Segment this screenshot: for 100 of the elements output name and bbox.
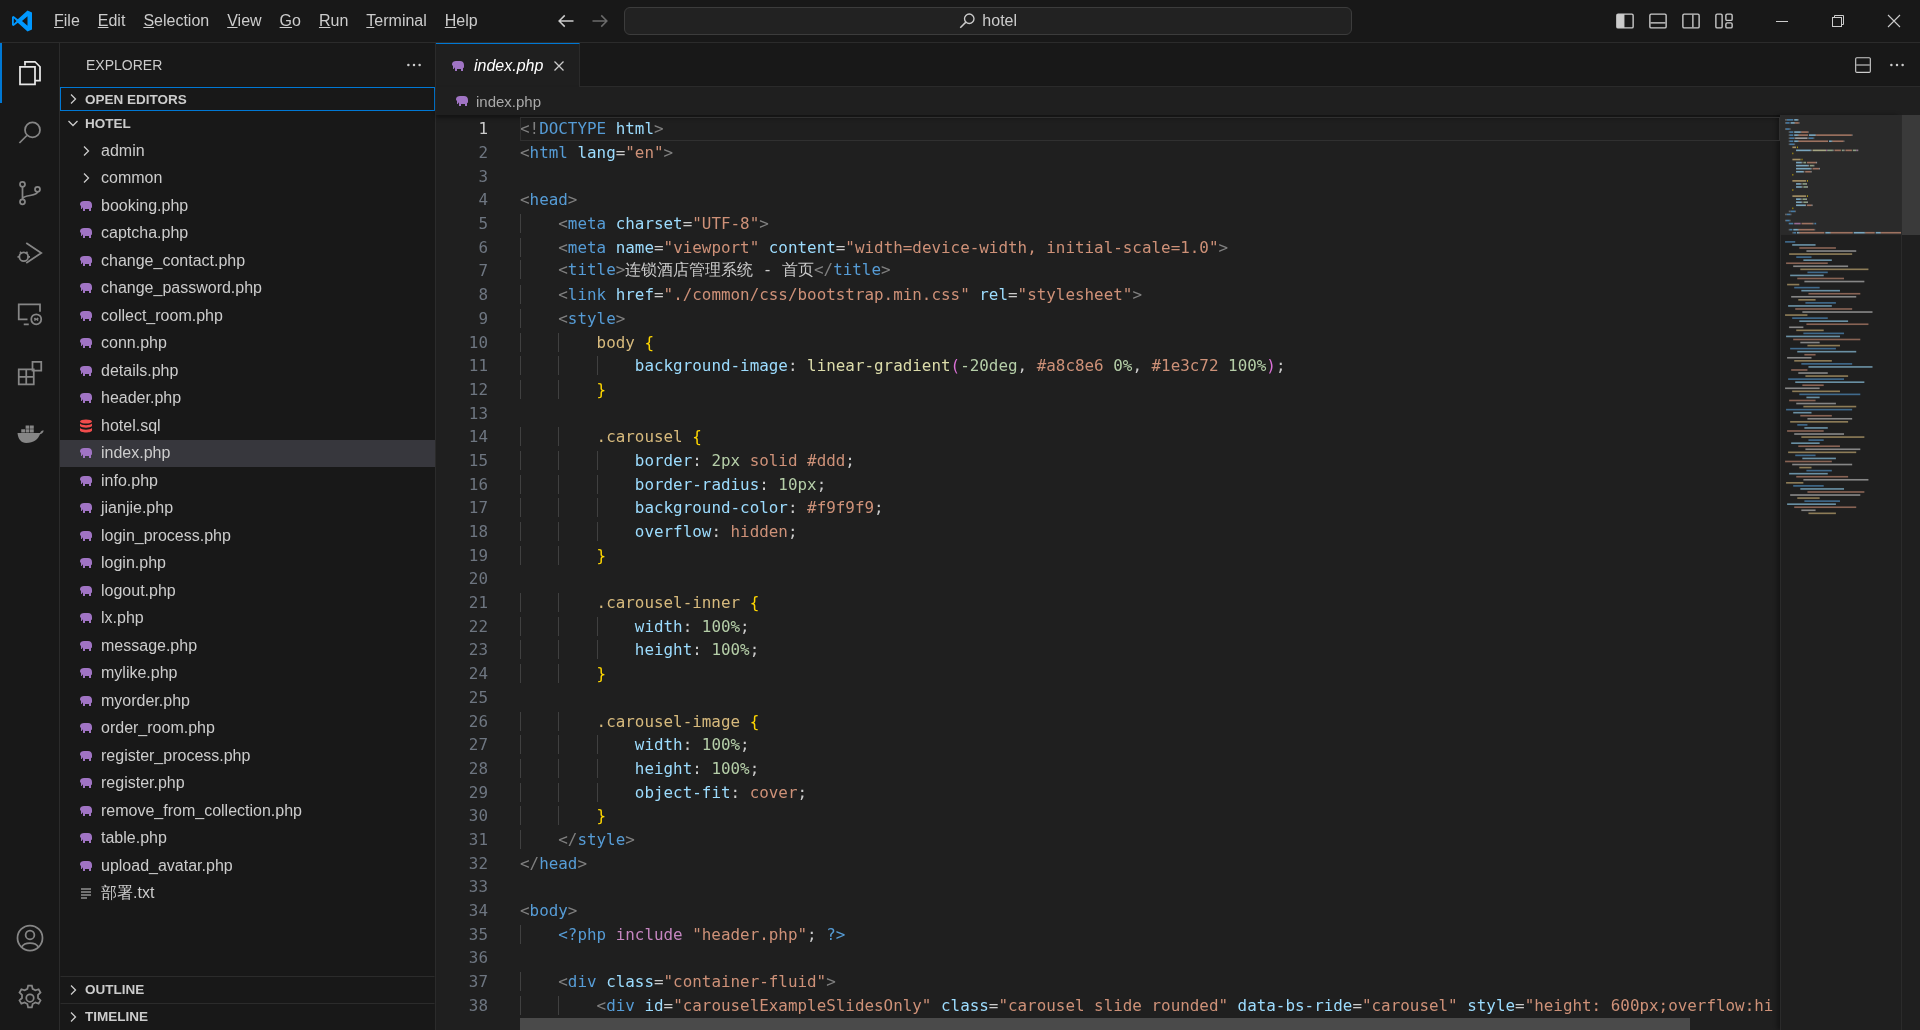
line-number: 21: [467, 593, 488, 613]
explorer-row[interactable]: captcha.php: [60, 219, 435, 247]
explorer-row[interactable]: register.php: [60, 769, 435, 797]
menu-item[interactable]: Go: [271, 8, 309, 34]
line-number: 24: [467, 664, 488, 684]
code-line: <div class="container-fluid">: [520, 972, 836, 992]
close-icon[interactable]: [1886, 13, 1902, 29]
code-line: .carousel-inner {: [520, 593, 760, 613]
explorer-row[interactable]: change_password.php: [60, 274, 435, 302]
line-number: 20: [467, 569, 488, 589]
code-line: .carousel {: [520, 427, 702, 447]
explorer-row[interactable]: myorder.php: [60, 687, 435, 715]
explorer-row[interactable]: change_contact.php: [60, 247, 435, 275]
explorer-row[interactable]: login_process.php: [60, 522, 435, 550]
customize-toggle-icon[interactable]: [1714, 11, 1734, 31]
line-number: 5: [477, 214, 488, 234]
code-line: <meta name="viewport" content="width=device-width, initial-scale=1.0">: [520, 237, 1229, 257]
line-number: 2: [477, 143, 488, 163]
menu-item[interactable]: File: [46, 8, 88, 34]
folder-row[interactable]: admin: [60, 137, 435, 165]
explorer-row[interactable]: table.php: [60, 824, 435, 852]
folder-row[interactable]: common: [60, 164, 435, 192]
code-line: </head>: [520, 853, 587, 873]
explorer-row[interactable]: remove_from_collection.php: [60, 797, 435, 825]
line-number: 25: [467, 687, 488, 707]
code-line: <title>连锁酒店管理系统 - 首页</title>: [520, 260, 891, 282]
line-number: 31: [467, 829, 488, 849]
explorer-row[interactable]: mylike.php: [60, 659, 435, 687]
explorer-row[interactable]: conn.php: [60, 329, 435, 357]
secondary-sidebar-toggle-icon[interactable]: [1681, 11, 1701, 31]
explorer-row[interactable]: details.php: [60, 357, 435, 385]
line-number: 22: [467, 616, 488, 636]
explorer-row[interactable]: booking.php: [60, 192, 435, 220]
explorer-row[interactable]: login.php: [60, 549, 435, 577]
line-number: 27: [467, 735, 488, 755]
explorer-row[interactable]: upload_avatar.php: [60, 852, 435, 880]
line-number: 8: [477, 285, 488, 305]
search-icon: [958, 12, 977, 30]
section-header[interactable]: OUTLINE: [60, 976, 435, 1003]
minimap[interactable]: [1780, 115, 1901, 1030]
line-number: 4: [477, 190, 488, 210]
menu-item[interactable]: Help: [436, 8, 486, 34]
code-line: }: [520, 379, 607, 399]
line-number: 18: [467, 522, 488, 542]
line-number: 3: [477, 166, 488, 186]
code-line: object-fit: cover;: [520, 782, 808, 802]
explorer-row[interactable]: header.php: [60, 384, 435, 412]
line-number: 23: [467, 640, 488, 660]
explorer-row[interactable]: 部署.txt: [60, 879, 435, 907]
line-number: 33: [467, 877, 488, 897]
menu-item[interactable]: View: [219, 8, 270, 34]
split-editor-icon[interactable]: [1854, 55, 1872, 74]
line-number: 38: [467, 995, 488, 1015]
code-line: <?php include "header.php"; ?>: [520, 924, 846, 944]
command-center-field[interactable]: hotel: [623, 7, 1352, 35]
explorer-row[interactable]: index.php: [60, 439, 435, 467]
code-line: border: 2px solid #ddd;: [520, 450, 855, 470]
horizontal-scrollbar[interactable]: [520, 1018, 1690, 1030]
code-line: <!DOCTYPE html>: [520, 119, 664, 139]
section-header[interactable]: OPEN EDITORS: [60, 87, 435, 111]
scrollbar-thumb[interactable]: [1902, 115, 1920, 235]
code-line: height: 100%;: [520, 758, 760, 778]
explorer-row[interactable]: message.php: [60, 632, 435, 660]
line-number: 6: [477, 237, 488, 257]
code-line: border-radius: 10px;: [520, 474, 827, 494]
line-number: 13: [467, 403, 488, 423]
line-number: 37: [467, 972, 488, 992]
explorer-row[interactable]: collect_room.php: [60, 302, 435, 330]
restore-icon[interactable]: [1830, 13, 1846, 29]
explorer-row[interactable]: lx.php: [60, 604, 435, 632]
code-line: <html lang="en">: [520, 143, 674, 163]
code-line: <body>: [520, 901, 578, 921]
line-number: 17: [467, 498, 488, 518]
code-line: width: 100%;: [520, 735, 750, 755]
primary-sidebar-toggle-icon[interactable]: [1615, 11, 1635, 31]
explorer-row[interactable]: order_room.php: [60, 714, 435, 742]
line-number: 11: [467, 356, 488, 376]
explorer-row[interactable]: logout.php: [60, 577, 435, 605]
explorer-row[interactable]: jianjie.php: [60, 494, 435, 522]
menu-item[interactable]: Terminal: [358, 8, 435, 34]
line-number: 28: [467, 758, 488, 778]
explorer-row[interactable]: hotel.sql: [60, 412, 435, 440]
line-number: 26: [467, 711, 488, 731]
explorer-row[interactable]: info.php: [60, 467, 435, 495]
line-number: 35: [467, 924, 488, 944]
breadcrumb-item[interactable]: index.php: [454, 92, 542, 110]
elephant-icon: [454, 93, 470, 109]
menu-item[interactable]: Run: [310, 8, 357, 34]
line-number: 30: [467, 806, 488, 826]
line-number: 1: [477, 119, 488, 139]
code-line: <head>: [520, 190, 578, 210]
panel-toggle-icon[interactable]: [1648, 11, 1668, 31]
line-number: 32: [467, 853, 488, 873]
editor-tab[interactable]: index.php: [436, 43, 581, 87]
line-number: 34: [467, 901, 488, 921]
section-header[interactable]: HOTEL: [60, 111, 435, 135]
section-header[interactable]: TIMELINE: [60, 1003, 435, 1030]
menu-item[interactable]: Selection: [135, 8, 218, 34]
menu-item[interactable]: Edit: [89, 8, 134, 34]
explorer-row[interactable]: register_process.php: [60, 742, 435, 770]
